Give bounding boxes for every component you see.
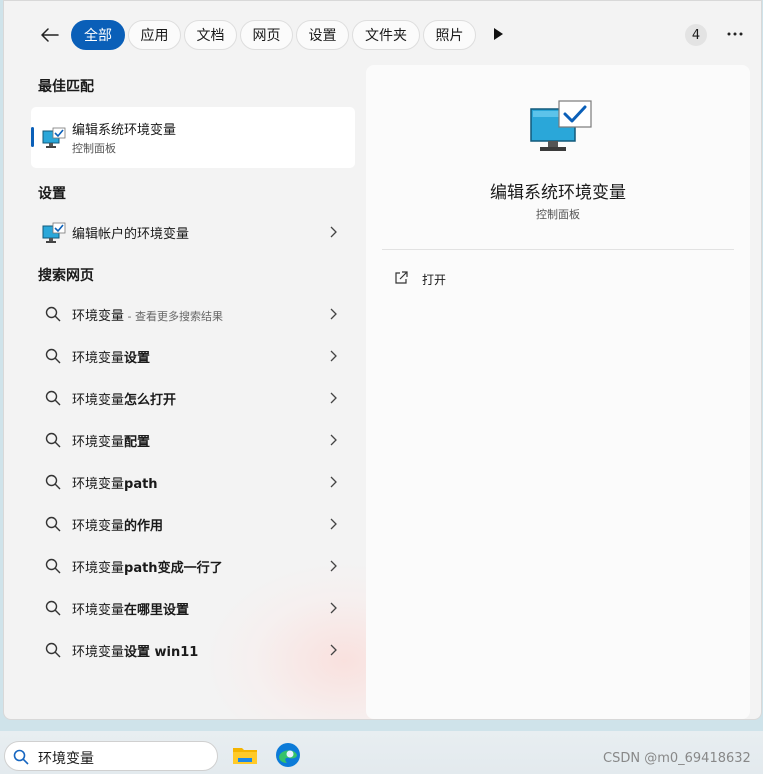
web-result-label: 环境变量在哪里设置 — [72, 603, 190, 618]
chevron-right-icon — [330, 350, 337, 362]
search-icon — [13, 749, 29, 765]
chevron-right-icon — [330, 392, 337, 404]
web-result-row[interactable]: 环境变量path — [31, 464, 355, 500]
web-result-label: 环境变量配置 — [72, 435, 151, 450]
chevron-right-icon — [330, 476, 337, 488]
web-result-row[interactable]: 环境变量设置 — [31, 338, 355, 374]
taskbar: 环境变量 CSDN @m0_69418632 — [0, 731, 763, 774]
search-window: 全部 应用 文档 网页 设置 文件夹 照片 4 最佳匹配 编辑系统环境变量 控制… — [3, 0, 762, 720]
preview-panel: 编辑系统环境变量 控制面板 打开 — [366, 65, 750, 719]
web-result-label: 环境变量设置 — [72, 351, 151, 366]
taskbar-search-box[interactable]: 环境变量 — [4, 741, 218, 771]
chevron-right-icon — [330, 226, 337, 238]
web-result-row[interactable]: 环境变量配置 — [31, 422, 355, 458]
search-icon — [45, 642, 61, 658]
chevron-right-icon — [330, 518, 337, 530]
back-button[interactable] — [38, 23, 62, 47]
search-icon — [45, 516, 61, 532]
section-title-web-search: 搜索网页 — [38, 268, 94, 284]
monitor-checkmark-icon — [42, 127, 66, 148]
search-icon — [45, 432, 61, 448]
search-icon — [45, 474, 61, 490]
more-options-button[interactable] — [724, 23, 746, 45]
section-title-best-match: 最佳匹配 — [38, 79, 94, 95]
web-result-label: 环境变量path — [72, 477, 158, 492]
file-explorer-icon[interactable] — [232, 744, 258, 766]
tab-all[interactable]: 全部 — [71, 20, 125, 50]
edge-browser-icon[interactable] — [275, 742, 301, 768]
section-title-settings: 设置 — [38, 186, 66, 202]
more-icon — [727, 32, 743, 36]
chevron-right-icon — [330, 308, 337, 320]
monitor-checkmark-icon — [530, 100, 592, 151]
search-icon — [45, 348, 61, 364]
chevron-right-icon — [330, 560, 337, 572]
web-result-row[interactable]: 环境变量怎么打开 — [31, 380, 355, 416]
tab-apps[interactable]: 应用 — [128, 20, 181, 50]
preview-title: 编辑系统环境变量 — [490, 183, 626, 203]
chevron-right-icon — [330, 434, 337, 446]
tab-settings[interactable]: 设置 — [296, 20, 349, 50]
taskbar-search-input[interactable]: 环境变量 — [38, 748, 94, 768]
web-result-row[interactable]: 环境变量在哪里设置 — [31, 590, 355, 626]
web-result-label: 环境变量怎么打开 — [72, 393, 177, 408]
best-match-subtitle: 控制面板 — [72, 142, 116, 155]
best-match-title: 编辑系统环境变量 — [72, 123, 177, 138]
rewards-count-badge[interactable]: 4 — [685, 24, 707, 46]
tab-folders[interactable]: 文件夹 — [352, 20, 420, 50]
tab-web[interactable]: 网页 — [240, 20, 293, 50]
filter-bar: 全部 应用 文档 网页 设置 文件夹 照片 4 — [4, 15, 761, 55]
web-result-row[interactable]: 环境变量设置 win11 — [31, 632, 355, 668]
tab-photos[interactable]: 照片 — [423, 20, 476, 50]
preview-subtitle: 控制面板 — [536, 208, 580, 221]
chevron-right-icon — [330, 602, 337, 614]
open-action-label[interactable]: 打开 — [422, 271, 446, 288]
web-result-row[interactable]: 环境变量的作用 — [31, 506, 355, 542]
web-result-label: 环境变量的作用 — [72, 519, 164, 534]
open-external-icon[interactable] — [394, 271, 408, 285]
selection-indicator — [31, 127, 34, 147]
settings-item[interactable]: 编辑帐户的环境变量 — [31, 214, 355, 250]
web-result-label: 环境变量设置 win11 — [72, 645, 199, 660]
best-match-item[interactable]: 编辑系统环境变量 控制面板 — [31, 107, 355, 168]
preview-divider — [382, 249, 734, 250]
play-more-tabs-icon[interactable] — [494, 28, 503, 40]
web-result-label: 环境变量 - 查看更多搜索结果 — [72, 309, 223, 324]
tab-documents[interactable]: 文档 — [184, 20, 237, 50]
web-result-row[interactable]: 环境变量path变成一行了 — [31, 548, 355, 584]
chevron-right-icon — [330, 644, 337, 656]
web-result-label: 环境变量path变成一行了 — [72, 561, 223, 576]
watermark-text: CSDN @m0_69418632 — [603, 751, 751, 766]
search-icon — [45, 558, 61, 574]
web-result-hint: - 查看更多搜索结果 — [124, 310, 223, 323]
back-arrow-icon — [41, 28, 59, 42]
search-icon — [45, 306, 61, 322]
search-icon — [45, 390, 61, 406]
search-icon — [45, 600, 61, 616]
monitor-checkmark-icon — [42, 222, 66, 243]
web-result-row[interactable]: 环境变量 - 查看更多搜索结果 — [31, 296, 355, 332]
settings-item-label: 编辑帐户的环境变量 — [72, 227, 190, 242]
